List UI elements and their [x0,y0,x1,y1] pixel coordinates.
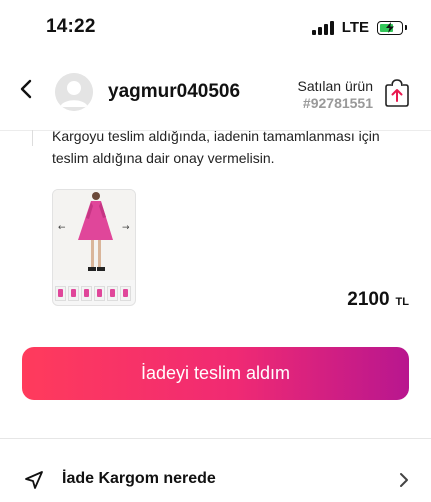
list-item-label: İade Kargom nerede [62,470,216,487]
back-chevron-icon[interactable] [16,78,38,100]
sold-product-label: Satılan ürün [297,78,374,94]
signal-icon [311,20,334,35]
navigation-arrow-icon [24,470,44,495]
svg-text:←: ← [58,223,66,233]
status-time: 14:22 [46,16,96,37]
username[interactable]: yagmur040506 [108,81,240,103]
conversation-header: yagmur040506 Satılan ürün #92781551 [0,56,431,131]
avatar-placeholder-icon [55,73,93,111]
section-divider [0,438,431,439]
avatar[interactable] [55,73,93,111]
price-currency: TL [395,296,409,308]
status-bar: 14:22 LTE [0,0,431,56]
list-item-return-tracking[interactable]: İade Kargom nerede [0,456,431,502]
message-marker [32,130,33,146]
sold-product-id: #92781551 [302,95,373,111]
dress-photo: ← → [53,190,135,280]
product-price: 2100 TL [347,289,409,311]
network-label: LTE [341,19,369,36]
svg-text:→: → [122,223,130,233]
battery-charging-icon [377,20,407,35]
return-info-message: Kargoyu teslim aldığında, iadenin tamaml… [52,128,380,166]
confirm-return-received-button[interactable]: İadeyi teslim aldım [22,347,409,400]
price-amount: 2100 [347,289,390,310]
product-thumbnail[interactable]: ← → [52,189,136,306]
product-thumbnail-strip [55,286,131,301]
share-icon[interactable] [383,78,411,108]
status-indicators: LTE [311,19,407,36]
